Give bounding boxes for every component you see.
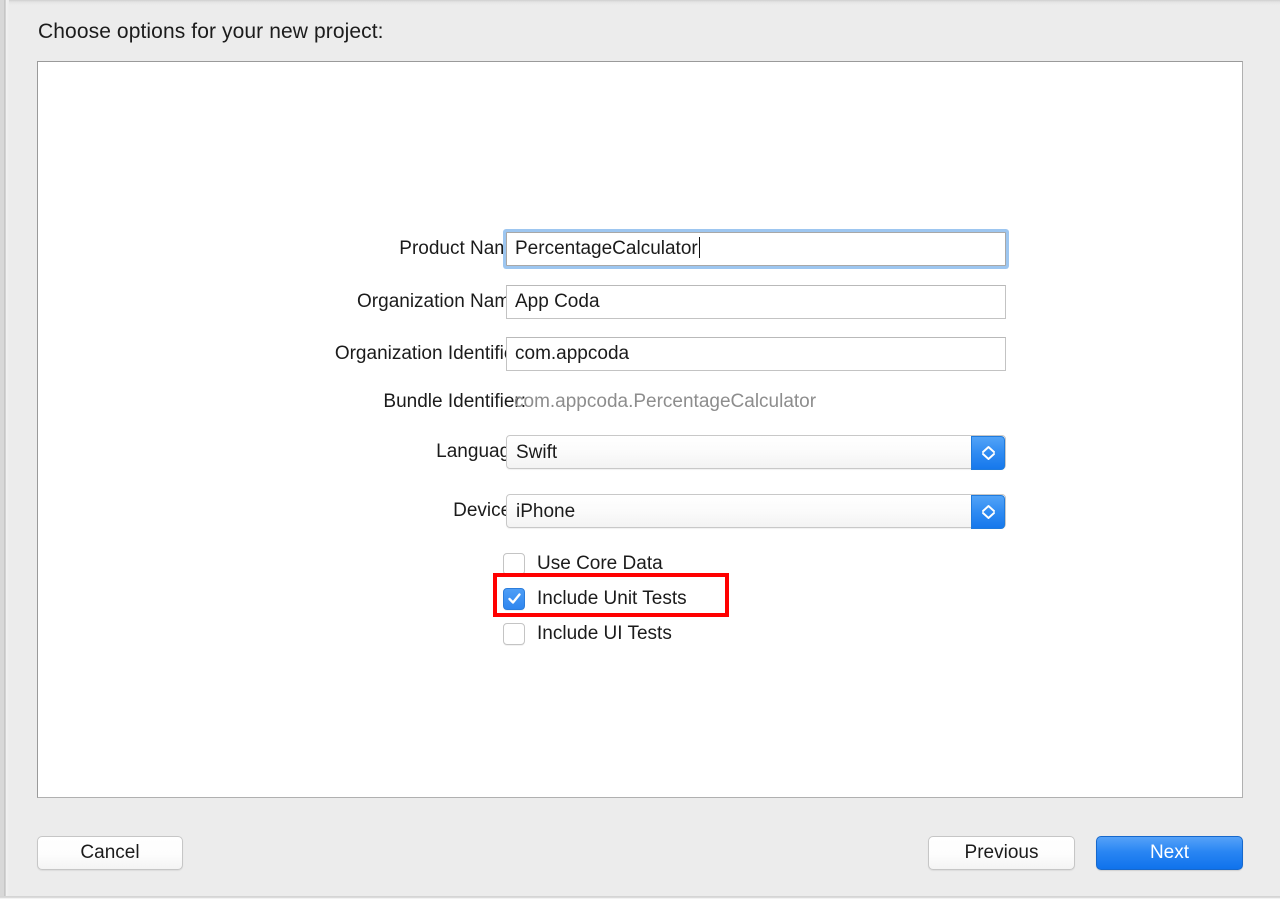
next-button[interactable]: Next	[1096, 836, 1243, 870]
text-input-value: PercentageCalculator	[515, 238, 698, 259]
window-outside-area	[0, 899, 1280, 908]
checkbox-unchecked-icon[interactable]	[503, 552, 525, 575]
popup-button-5[interactable]: Swift	[506, 435, 1006, 470]
text-input-2[interactable]: App Coda	[506, 285, 1006, 319]
form-row: Organization Name: App Coda	[38, 285, 1242, 319]
form-row: Devices: iPhone	[38, 494, 1242, 529]
options-content-panel: Product Name: PercentageCalculator Organiz…	[37, 61, 1243, 798]
text-caret	[698, 237, 700, 258]
text-input-1[interactable]: PercentageCalculator	[506, 232, 1006, 266]
window-left-edge	[0, 0, 9, 898]
field-label: Organization Identifier:	[334, 343, 526, 364]
new-project-options-window: Choose options for your new project: Pro…	[0, 0, 1280, 908]
popup-selected-value: iPhone	[516, 501, 576, 522]
previous-button[interactable]: Previous	[928, 836, 1075, 870]
checkbox-checked-icon[interactable]	[503, 587, 525, 610]
field-label: Bundle Identifier:	[383, 391, 526, 412]
chevron-up-down-icon[interactable]	[971, 436, 1005, 470]
checkbox-row[interactable]: Include UI Tests	[503, 616, 687, 651]
checkbox-row[interactable]: Use Core Data	[503, 546, 687, 581]
window-top-edge	[0, 0, 1280, 5]
cancel-button[interactable]: Cancel	[37, 836, 183, 870]
project-options-form: Product Name: PercentageCalculator Organiz…	[38, 62, 1242, 797]
checkbox-row[interactable]: Include Unit Tests	[503, 581, 687, 616]
text-input-3[interactable]: com.appcoda	[506, 337, 1006, 371]
chevron-up-down-icon[interactable]	[971, 495, 1005, 529]
popup-button-6[interactable]: iPhone	[506, 494, 1006, 529]
form-row: Product Name: PercentageCalculator	[38, 232, 1242, 266]
checkbox-unchecked-icon[interactable]	[503, 622, 525, 645]
options-checkbox-group: Use Core Data Include Unit Tests Include U…	[503, 546, 687, 651]
checkbox-label: Use Core Data	[537, 552, 663, 574]
form-row: Bundle Identifier: com.appcoda.Percentage…	[38, 385, 1242, 419]
text-input-value: com.appcoda	[515, 343, 630, 364]
checkbox-label: Include Unit Tests	[537, 587, 687, 609]
form-row: Language: Swift	[38, 435, 1242, 470]
readonly-value: com.appcoda.PercentageCalculator	[514, 391, 817, 412]
checkbox-label: Include UI Tests	[537, 622, 672, 644]
popup-selected-value: Swift	[516, 442, 558, 463]
field-label: Organization Name:	[357, 291, 526, 312]
text-input-value: App Coda	[515, 291, 600, 312]
form-row: Organization Identifier: com.appcoda	[38, 337, 1242, 371]
page-title: Choose options for your new project:	[38, 20, 384, 43]
